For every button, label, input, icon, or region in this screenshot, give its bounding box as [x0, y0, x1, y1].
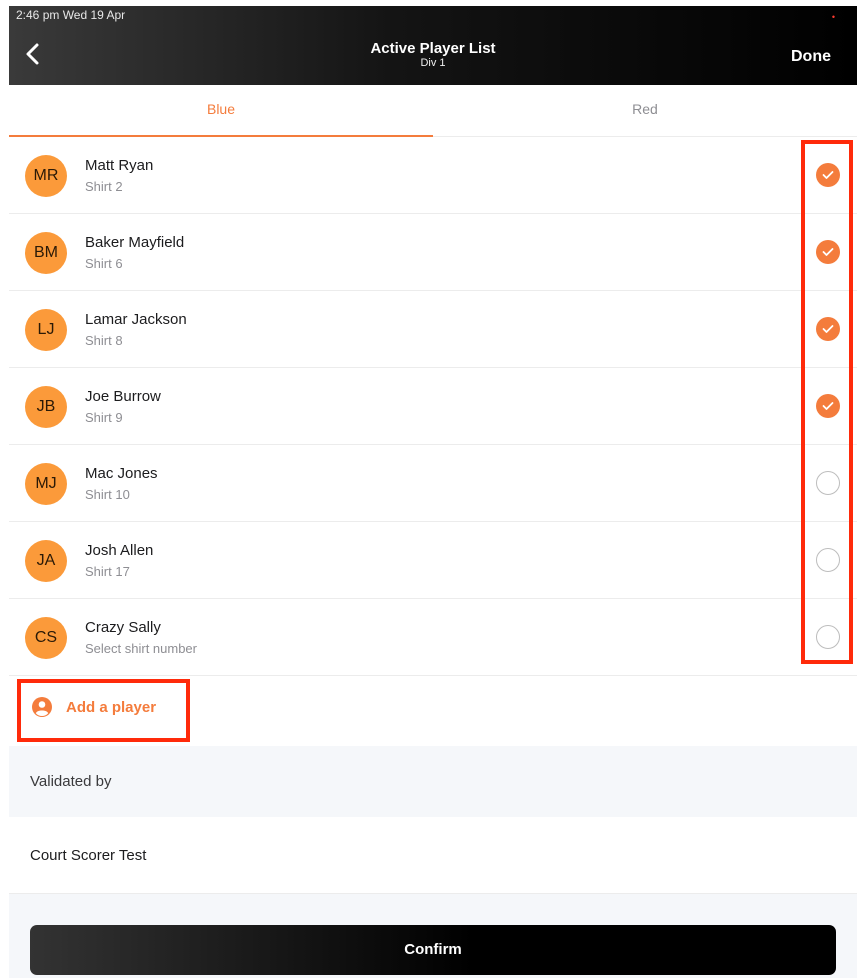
- player-shirt-placeholder[interactable]: Select shirt number: [85, 641, 197, 656]
- player-avatar: CS: [25, 617, 67, 659]
- player-name: Lamar Jackson: [85, 311, 187, 328]
- validator-row[interactable]: Court Scorer Test: [9, 817, 857, 894]
- validated-by-title: Validated by: [30, 773, 112, 790]
- player-name: Joe Burrow: [85, 388, 161, 405]
- team-tabs: Blue Red: [9, 85, 857, 137]
- player-checkbox-unchecked[interactable]: [816, 625, 840, 649]
- player-row[interactable]: BM Baker Mayfield Shirt 6: [9, 214, 857, 291]
- player-avatar: MR: [25, 155, 67, 197]
- confirm-button[interactable]: Confirm: [30, 925, 836, 975]
- player-avatar: MJ: [25, 463, 67, 505]
- player-name: Baker Mayfield: [85, 234, 185, 251]
- player-shirt: Shirt 9: [85, 410, 123, 425]
- add-player-row: Add a player: [9, 670, 857, 746]
- player-name: Josh Allen: [85, 542, 154, 559]
- checkmark-icon: [822, 325, 834, 333]
- player-name: Matt Ryan: [85, 157, 154, 174]
- player-row[interactable]: CS Crazy Sally Select shirt number: [9, 599, 857, 676]
- player-avatar: BM: [25, 232, 67, 274]
- status-indicator: •: [831, 12, 835, 22]
- player-row[interactable]: JA Josh Allen Shirt 17: [9, 522, 857, 599]
- page-title: Active Player List: [370, 40, 496, 57]
- status-time-date: 2:46 pm Wed 19 Apr: [16, 8, 126, 22]
- player-shirt: Shirt 17: [85, 564, 130, 579]
- player-avatar: LJ: [25, 309, 67, 351]
- active-player-list-screen: 2:46 pm Wed 19 Apr • Active Player List …: [9, 6, 857, 978]
- page-subtitle: Div 1: [420, 57, 446, 69]
- player-row[interactable]: MR Matt Ryan Shirt 2: [9, 137, 857, 214]
- user-circle-icon: [32, 697, 52, 717]
- player-shirt: Shirt 6: [85, 256, 123, 271]
- player-shirt: Shirt 8: [85, 333, 123, 348]
- header-title-group: Active Player List Div 1: [9, 40, 857, 69]
- player-row[interactable]: JB Joe Burrow Shirt 9: [9, 368, 857, 445]
- player-checkbox-checked[interactable]: [816, 394, 840, 418]
- player-shirt: Shirt 10: [85, 487, 130, 502]
- player-row[interactable]: LJ Lamar Jackson Shirt 8: [9, 291, 857, 368]
- checkmark-icon: [822, 171, 834, 179]
- player-name: Mac Jones: [85, 465, 158, 482]
- tab-blue[interactable]: Blue: [9, 85, 433, 136]
- done-button[interactable]: Done: [791, 48, 831, 66]
- player-checkbox-checked[interactable]: [816, 163, 840, 187]
- player-row[interactable]: MJ Mac Jones Shirt 10: [9, 445, 857, 522]
- player-checkbox-unchecked[interactable]: [816, 471, 840, 495]
- header-bar: 2:46 pm Wed 19 Apr • Active Player List …: [9, 6, 857, 85]
- player-avatar: JA: [25, 540, 67, 582]
- add-player-label: Add a player: [66, 699, 157, 716]
- validator-name: Court Scorer Test: [30, 847, 147, 864]
- player-checkbox-checked[interactable]: [816, 317, 840, 341]
- player-shirt: Shirt 2: [85, 179, 123, 194]
- validated-by-section: Validated by: [9, 746, 857, 817]
- player-list: MR Matt Ryan Shirt 2 BM Baker Mayfield S…: [9, 137, 857, 676]
- checkmark-icon: [822, 402, 834, 410]
- player-name: Crazy Sally: [85, 619, 161, 636]
- player-checkbox-checked[interactable]: [816, 240, 840, 264]
- player-checkbox-unchecked[interactable]: [816, 548, 840, 572]
- player-avatar: JB: [25, 386, 67, 428]
- tab-red[interactable]: Red: [433, 85, 857, 136]
- checkmark-icon: [822, 248, 834, 256]
